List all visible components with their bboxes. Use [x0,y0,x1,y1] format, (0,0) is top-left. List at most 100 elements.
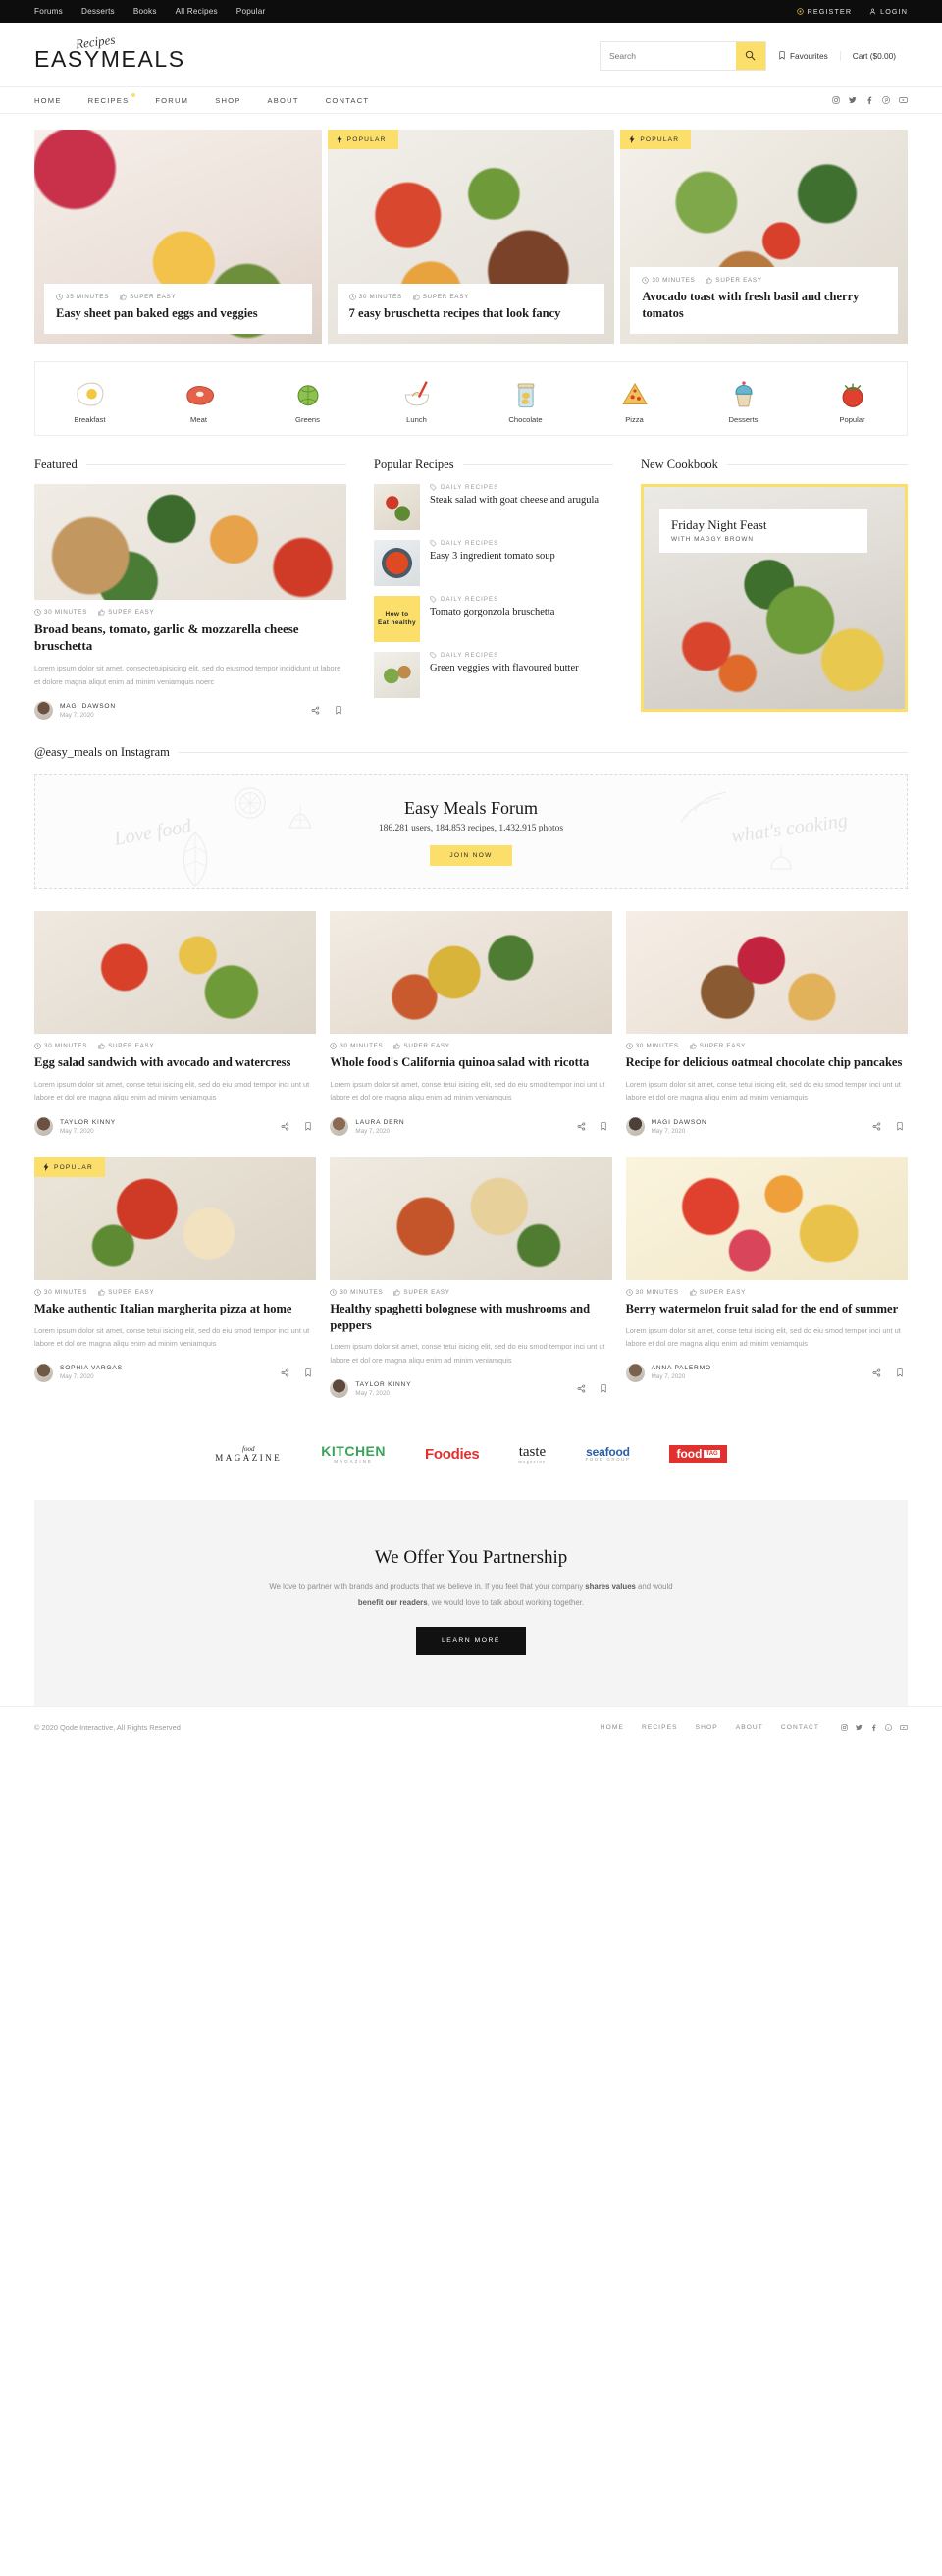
popular-recipe-title[interactable]: Steak salad with goat cheese and arugula [430,494,599,508]
recipe-headline[interactable]: Make authentic Italian margherita pizza … [34,1301,316,1317]
join-now-button[interactable]: JOIN NOW [430,844,512,866]
category-label: Pizza [625,415,644,424]
recipe-headline[interactable]: Recipe for delicious oatmeal chocolate c… [626,1054,908,1071]
category-item-chocolate[interactable]: Chocolate [471,376,580,424]
pinterest-icon[interactable] [882,91,890,109]
share-button[interactable] [573,1118,590,1135]
category-item-meat[interactable]: Meat [144,376,253,424]
bookmark-button[interactable] [891,1118,908,1135]
popular-recipe-title[interactable]: Tomato gorgonzola bruschetta [430,606,554,619]
nav-item-recipes[interactable]: RECIPES [88,92,136,105]
login-link[interactable]: LOGIN [869,7,908,16]
learn-more-button[interactable]: LEARN MORE [416,1626,526,1655]
cart-link[interactable]: Cart ($0.00) [839,50,908,61]
recipe-byline: MAGI DAWSON May 7, 2020 [625,1117,908,1137]
nav-item-contact[interactable]: CONTACT [326,96,370,105]
recipe-excerpt: Lorem ipsum dolor sit amet, conse tetui … [330,1079,605,1102]
cookbook-promo[interactable]: Friday Night Feast WITH MAGGY BROWN [641,484,908,712]
popular-recipe-item[interactable]: DAILY RECIPES Easy 3 ingredient tomato so… [374,540,613,586]
recipe-card[interactable]: 30 MINUTES SUPER EASY Healthy spaghetti bo… [330,1157,612,1399]
bookmark-button[interactable] [299,1118,316,1135]
site-logo[interactable]: Recipes EASYMEALS [34,32,185,73]
pinterest-icon[interactable] [885,1718,892,1736]
nav-item-shop[interactable]: SHOP [215,96,240,105]
share-button[interactable] [868,1118,885,1135]
category-item-lunch[interactable]: Lunch [362,376,471,424]
category-item-desserts[interactable]: Desserts [689,376,798,424]
recipe-card[interactable]: 30 MINUTES SUPER EASY Whole food's Califor… [330,911,612,1137]
nav-item-about[interactable]: ABOUT [268,96,299,105]
topbar-link-popular[interactable]: Popular [236,7,266,16]
hero-grid: 35 MINUTES SUPER EASY Easy sheet pan baked… [34,130,908,344]
recipe-card[interactable]: 30 MINUTES SUPER EASY Egg salad sandwich w… [34,911,317,1137]
popular-recipe-item[interactable]: How to Eat healthy DAILY RECIPES Tomato gor… [374,596,613,642]
popular-badge: POPULAR [327,130,398,149]
bookmark-button[interactable] [299,1365,316,1381]
recipe-card[interactable]: POPULAR 30 MINUTES SUPER EASY Make authenti… [34,1157,317,1398]
author-name: MAGI DAWSON [60,702,116,710]
bookmark-button[interactable] [596,1380,612,1397]
favourites-link[interactable]: Favourites [766,51,840,61]
hero-headline[interactable]: 7 easy bruschetta recipes that look fanc… [349,305,594,322]
register-link[interactable]: REGISTER [796,7,853,16]
footer-link-about[interactable]: ABOUT [736,1724,763,1731]
category-item-greens[interactable]: Greens [253,376,362,424]
popular-recipe-title[interactable]: Easy 3 ingredient tomato soup [430,550,555,564]
featured-headline[interactable]: Broad beans, tomato, garlic & mozzarella… [34,620,346,655]
category-item-breakfast[interactable]: Breakfast [35,376,144,424]
heading-rule [726,464,908,465]
hero-headline[interactable]: Easy sheet pan baked eggs and veggies [56,305,300,322]
topbar-link-books[interactable]: Books [133,7,157,16]
recipe-headline[interactable]: Berry watermelon fruit salad for the end… [626,1301,908,1317]
share-button[interactable] [307,702,324,719]
twitter-icon[interactable] [849,91,857,109]
hero-card[interactable]: 35 MINUTES SUPER EASY Easy sheet pan baked… [34,130,322,344]
facebook-icon[interactable] [870,1718,877,1736]
youtube-icon[interactable] [899,91,908,109]
hero-caption: 35 MINUTES SUPER EASY Easy sheet pan baked… [44,283,312,334]
recipe-card[interactable]: 30 MINUTES SUPER EASY Recipe for delicious… [625,911,908,1137]
featured-article[interactable]: 30 MINUTES SUPER EASY Broad beans, tomat… [34,484,346,721]
author-name: TAYLOR KINNY [60,1118,116,1126]
leaf-icon [183,832,208,888]
recipe-headline[interactable]: Whole food's California quinoa salad wit… [330,1054,611,1071]
topbar-link-desserts[interactable]: Desserts [81,7,115,16]
popular-recipe-item[interactable]: DAILY RECIPES Green veggies with flavoure… [374,652,613,698]
hero-card[interactable]: POPULAR 30 MINUTES SUPER EASY 7 easy brusch… [327,130,615,344]
category-item-popular[interactable]: Popular [798,376,907,424]
recipe-headline[interactable]: Healthy spaghetti bolognese with mushroo… [330,1301,611,1333]
popular-recipe-title[interactable]: Green veggies with flavoured butter [430,662,579,675]
nav-item-home[interactable]: HOME [34,96,62,105]
search-input[interactable] [600,41,736,70]
share-button[interactable] [277,1118,293,1135]
bookmark-button[interactable] [891,1365,908,1381]
twitter-icon[interactable] [856,1718,863,1736]
tomato-icon [798,376,907,413]
recipe-card[interactable]: 30 MINUTES SUPER EASY Berry watermelon fru… [625,1157,908,1398]
recipe-headline[interactable]: Egg salad sandwich with avocado and wate… [34,1054,316,1071]
share-button[interactable] [573,1380,590,1397]
facebook-icon[interactable] [865,91,873,109]
bookmark-button[interactable] [596,1118,612,1135]
youtube-icon[interactable] [900,1718,908,1736]
topbar-link-forums[interactable]: Forums [34,7,63,16]
footer-link-recipes[interactable]: RECIPES [642,1724,678,1731]
hero-headline[interactable]: Avocado toast with fresh basil and cherr… [642,289,886,321]
footer-link-contact[interactable]: CONTACT [781,1724,819,1731]
recipe-excerpt: Lorem ipsum dolor sit amet, conse tetui … [34,1325,310,1349]
instagram-icon[interactable] [841,1718,848,1736]
nav-item-forum[interactable]: FORUM [155,96,188,105]
featured-byline: MAGI DAWSON May 7, 2020 [34,701,346,721]
bookmark-button[interactable] [330,702,346,719]
share-button[interactable] [277,1365,293,1381]
category-item-pizza[interactable]: Pizza [580,376,689,424]
popular-recipe-item[interactable]: DAILY RECIPES Steak salad with goat chees… [374,484,613,530]
footer-link-home[interactable]: HOME [601,1724,624,1731]
footer-link-shop[interactable]: SHOP [696,1724,718,1731]
topbar-link-all-recipes[interactable]: All Recipes [176,7,218,16]
instagram-icon[interactable] [832,91,840,109]
search-submit-button[interactable] [735,41,765,70]
hero-card[interactable]: POPULAR 30 MINUTES SUPER EASY Avocado toast… [620,130,908,344]
share-button[interactable] [868,1365,885,1381]
recipe-meta: 30 MINUTES SUPER EASY [34,1043,316,1049]
